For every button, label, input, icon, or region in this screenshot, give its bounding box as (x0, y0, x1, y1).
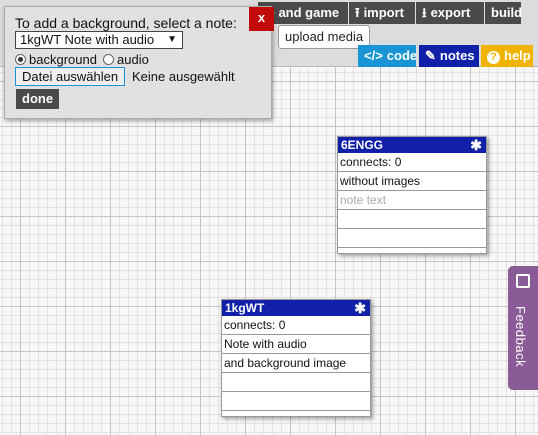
code-button[interactable]: </> code (358, 45, 418, 67)
upload-media-label: upload media (285, 29, 364, 44)
background-radio[interactable]: background (15, 52, 97, 67)
download-icon: ⭳ (422, 5, 427, 20)
choose-file-button[interactable]: Datei auswählen (15, 67, 126, 86)
feedback-tab[interactable]: Feedback (508, 266, 538, 390)
help-button[interactable]: ? help (481, 45, 533, 67)
megaphone-icon (516, 274, 530, 288)
choose-file-label: Datei auswählen (22, 69, 119, 84)
note-header[interactable]: 1kgWT ✱ (222, 300, 370, 316)
note-text-placeholder[interactable]: note text (338, 191, 486, 210)
audio-radio[interactable]: audio (103, 52, 149, 67)
import-label: import (363, 5, 405, 20)
code-label: code (386, 48, 418, 63)
note-text-line[interactable]: Note with audio (222, 335, 370, 354)
help-label: help (504, 48, 531, 63)
done-label: done (22, 91, 54, 106)
note-id: 1kgWT (225, 301, 265, 315)
note-connects: connects: 0 (338, 153, 486, 172)
note-empty-line[interactable] (222, 411, 370, 429)
chevron-down-icon: ▼ (167, 34, 177, 45)
audio-radio-label: audio (117, 52, 149, 67)
file-status: Keine ausgewählt (132, 69, 235, 84)
dialog-prompt: To add a background, select a note: (15, 15, 237, 31)
export-button[interactable]: ⭳ export (416, 2, 484, 24)
build-label: build (491, 5, 523, 20)
note-empty-line[interactable] (222, 392, 370, 411)
note-text-line[interactable]: without images (338, 172, 486, 191)
upload-media-button[interactable]: upload media (278, 25, 371, 49)
star-icon[interactable]: ✱ (470, 137, 482, 153)
done-button[interactable]: done (16, 89, 60, 109)
note-id: 6ENGG (341, 138, 384, 152)
note-text-line[interactable]: and background image (222, 354, 370, 373)
note-card[interactable]: 1kgWT ✱ connects: 0 Note with audio and … (221, 299, 371, 417)
radio-selected-icon (15, 54, 26, 65)
handle-and-game-label: le and game (264, 5, 340, 20)
note-select[interactable]: 1kgWT Note with audio ▼ (15, 31, 183, 49)
notes-button[interactable]: ✎ notes (419, 45, 479, 67)
feedback-label: Feedback (513, 306, 528, 368)
import-button[interactable]: ⭱ import (349, 2, 415, 24)
background-dialog: x To add a background, select a note: 1k… (4, 6, 274, 119)
note-empty-line[interactable] (338, 229, 486, 248)
note-empty-line[interactable] (222, 373, 370, 392)
build-button[interactable]: build (485, 2, 523, 24)
note-connects: connects: 0 (222, 316, 370, 335)
background-radio-label: background (29, 52, 97, 67)
upload-icon: ⭱ (355, 5, 360, 20)
note-select-value: 1kgWT Note with audio (20, 32, 155, 47)
note-empty-line[interactable] (338, 210, 486, 229)
note-empty-line[interactable] (338, 248, 486, 266)
notes-label: notes (439, 48, 475, 63)
note-header[interactable]: 6ENGG ✱ (338, 137, 486, 153)
note-card[interactable]: 6ENGG ✱ connects: 0 without images note … (337, 136, 487, 254)
pencil-icon: ✎ (425, 48, 436, 63)
radio-unselected-icon (103, 54, 114, 65)
code-icon: </> (364, 48, 383, 63)
star-icon[interactable]: ✱ (354, 300, 366, 316)
export-label: export (430, 5, 471, 20)
close-button[interactable]: x (249, 7, 274, 31)
question-icon: ? (487, 51, 500, 64)
close-label: x (257, 10, 266, 25)
